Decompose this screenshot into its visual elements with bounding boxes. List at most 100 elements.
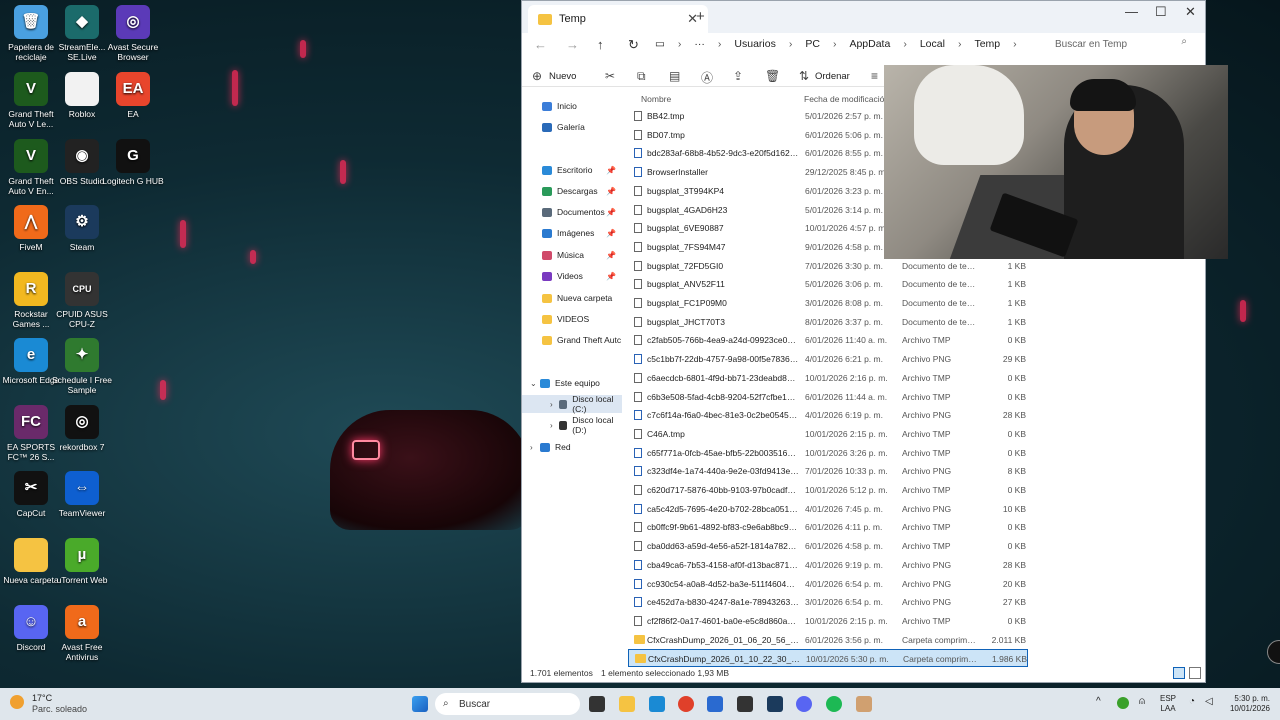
up-arrow-icon[interactable]: ↑ <box>597 37 604 52</box>
sidebar-item[interactable]: Imágenes 📌 <box>522 224 622 242</box>
desktop-shortcut[interactable]: ✦ Schedule I Free Sample <box>51 338 113 395</box>
file-row[interactable]: bugsplat_72FD5GI0 7/01/2026 3:30 p. m. Doc… <box>628 257 1028 275</box>
sidebar-item[interactable]: VIDEOS <box>522 310 622 328</box>
delete-icon[interactable]: 🗑 <box>765 69 780 83</box>
store-icon[interactable] <box>707 696 723 712</box>
desktop-shortcut[interactable]: EA EA <box>102 72 164 119</box>
forward-arrow-icon[interactable]: → <box>566 37 579 52</box>
address-bar[interactable]: ▭ › ··· › Usuarios › PC › AppData › Loca… <box>655 33 1037 55</box>
close-window-button[interactable]: ✕ <box>1185 4 1196 20</box>
sidebar-item[interactable]: › Disco local (D:) <box>522 415 622 435</box>
desktop-shortcut[interactable]: a Avast Free Antivirus <box>51 605 113 662</box>
breadcrumb-item[interactable]: Usuarios <box>734 38 775 50</box>
app-icon[interactable] <box>856 696 872 712</box>
new-button[interactable]: Nuevo <box>549 71 576 82</box>
sort-button[interactable]: Ordenar <box>815 71 850 82</box>
desktop-shortcut[interactable]: G Logitech G HUB <box>102 139 164 186</box>
share-icon[interactable]: ⇪ <box>733 69 743 83</box>
breadcrumb-item[interactable]: Temp <box>974 38 1000 50</box>
sidebar-item[interactable]: Videos 📌 <box>522 267 622 285</box>
chevron-right-icon[interactable]: › <box>550 400 559 409</box>
file-row[interactable]: cc930c54-a0a8-4d52-ba3e-511f4604b83e 4/01… <box>628 575 1028 593</box>
file-row[interactable]: ce452d7a-b830-4247-8a1e-789432632e83 3/01… <box>628 593 1028 611</box>
desktop-shortcut[interactable]: ⇔ TeamViewer <box>51 471 113 518</box>
file-row[interactable]: bugsplat_JHCT70T3 8/01/2026 3:37 p. m. Doc… <box>628 313 1028 331</box>
desktop-shortcut[interactable]: ◎ rekordbox 7 <box>51 405 113 452</box>
breadcrumb-item[interactable]: PC <box>805 38 820 50</box>
file-row[interactable]: c7c6f14a-f6a0-4bec-81e3-0c2be0545dfe 4/01… <box>628 406 1028 424</box>
sidebar-item[interactable]: Escritorio 📌 <box>522 161 622 179</box>
cut-icon[interactable]: ✂ <box>605 69 615 83</box>
new-tab-button[interactable]: + <box>696 8 705 25</box>
tab-temp[interactable]: Temp ✕ <box>528 5 708 33</box>
epic-icon[interactable] <box>737 696 753 712</box>
sidebar-item[interactable]: Inicio <box>522 97 622 115</box>
column-header-name[interactable]: Nombre <box>641 94 671 104</box>
minimize-button[interactable]: — <box>1125 4 1138 19</box>
breadcrumb-ellipsis[interactable]: ··· <box>694 38 705 50</box>
clock[interactable]: 5:30 p. m. 10/01/2026 <box>1226 694 1270 714</box>
tiles-view-icon[interactable] <box>1189 667 1201 679</box>
taskbar-search-input[interactable]: ⌕ Buscar <box>435 693 580 715</box>
task-view-icon[interactable] <box>589 696 605 712</box>
wifi-icon[interactable]: ◔ <box>1189 697 1195 707</box>
sidebar-item[interactable]: › Disco local (C:) <box>522 394 622 414</box>
file-row[interactable]: bugsplat_ANV52F11 5/01/2026 3:06 p. m. Doc… <box>628 275 1028 293</box>
sidebar-item[interactable]: Música 📌 <box>522 246 622 264</box>
paste-icon[interactable]: ▤ <box>669 69 680 83</box>
breadcrumb-item[interactable]: AppData <box>849 38 890 50</box>
tray-app-icon[interactable] <box>1117 697 1129 709</box>
search-input[interactable]: Buscar en Temp ⌕ <box>1045 33 1195 55</box>
sidebar-item[interactable]: ⌄ Este equipo <box>522 374 622 392</box>
sidebar-item[interactable]: Grand Theft Autc <box>522 331 622 349</box>
desktop-shortcut[interactable]: µ uTorrent Web <box>51 538 113 585</box>
side-round-button[interactable] <box>1267 640 1280 664</box>
sidebar-item[interactable]: Nueva carpeta <box>522 289 622 307</box>
volume-icon[interactable]: ◁ <box>1205 697 1213 707</box>
file-row[interactable]: c323df4e-1a74-440a-9e2e-03fd9413e1cf 7/01… <box>628 462 1028 480</box>
file-row[interactable]: CfxCrashDump_2026_01_06_20_56_29 6/01/202… <box>628 631 1028 649</box>
refresh-icon[interactable]: ↻ <box>628 37 639 53</box>
maximize-button[interactable]: ☐ <box>1155 4 1167 20</box>
chevron-up-icon[interactable]: ^ <box>1096 697 1101 707</box>
desktop-shortcut[interactable]: ◎ Avast Secure Browser <box>102 5 164 62</box>
file-row[interactable]: cba0dd63-a59d-4e56-a52f-1814a78296fb....… <box>628 537 1028 555</box>
discord-icon[interactable] <box>796 696 812 712</box>
sidebar-item[interactable]: › Red <box>522 438 622 456</box>
file-row[interactable]: c620d717-5876-40bb-9103-97b0cadf18b1....… <box>628 481 1028 499</box>
rename-icon[interactable]: Ⓐ <box>701 69 713 86</box>
sidebar-item[interactable]: Galería <box>522 118 622 136</box>
file-row[interactable]: c6aecdcb-6801-4f9d-bb71-23deabd87de... 10… <box>628 369 1028 387</box>
sort-icon[interactable]: ⇅ <box>799 69 809 83</box>
sidebar-item[interactable]: Descargas 📌 <box>522 182 622 200</box>
language-indicator[interactable]: ESP LAA <box>1160 694 1176 714</box>
steam-icon[interactable] <box>767 696 783 712</box>
file-explorer-icon[interactable] <box>619 696 635 712</box>
spotify-icon[interactable] <box>826 696 842 712</box>
column-header-date[interactable]: Fecha de modificación <box>804 94 889 104</box>
file-row[interactable]: c6b3e508-5fad-4cb8-9204-52f7cfbe10a4.t..… <box>628 388 1028 406</box>
windows-start-icon[interactable] <box>412 696 428 712</box>
microphone-icon[interactable]: ⍝ <box>1139 697 1145 707</box>
new-icon[interactable]: ⊕ <box>532 69 542 83</box>
copy-icon[interactable]: ⧉ <box>637 69 646 84</box>
file-row[interactable]: cba49ca6-7b53-4158-af0f-d13bac871978 4/01… <box>628 556 1028 574</box>
file-row[interactable]: c5c1bb7f-22db-4757-9a98-00f5e7836ed4 4/01… <box>628 350 1028 368</box>
back-arrow-icon[interactable]: ← <box>534 37 547 52</box>
file-row[interactable]: c65f771a-0fcb-45ae-bfb5-22b003516266.t..… <box>628 444 1028 462</box>
file-row[interactable]: bugsplat_FC1P09M0 3/01/2026 8:08 p. m. Doc… <box>628 294 1028 312</box>
sidebar-item[interactable]: Documentos 📌 <box>522 203 622 221</box>
file-row[interactable]: C46A.tmp 10/01/2026 2:15 p. m. Archivo TMP… <box>628 425 1028 443</box>
file-row[interactable]: cf2f86f2-0a17-4601-ba0e-e5c8d860a025.t..… <box>628 612 1028 630</box>
chevron-down-icon[interactable]: ⌄ <box>530 379 540 388</box>
file-row[interactable]: c2fab505-766b-4ea9-a24d-09923ce092dc....… <box>628 331 1028 349</box>
chevron-right-icon[interactable]: › <box>530 443 540 452</box>
file-row[interactable]: cb0ffc9f-9b61-4892-bf83-c9e6ab8bc933.t..… <box>628 518 1028 536</box>
edge-icon[interactable] <box>649 696 665 712</box>
desktop-shortcut[interactable]: ⚙ Steam <box>51 205 113 252</box>
desktop-shortcut[interactable]: CPU CPUID ASUS CPU-Z <box>51 272 113 329</box>
file-row[interactable]: ca5c42d5-7695-4e20-b702-28bca0512048 4/01… <box>628 500 1028 518</box>
view-icon[interactable]: ≡ <box>871 69 878 83</box>
details-view-icon[interactable] <box>1173 667 1185 679</box>
chrome-icon[interactable] <box>678 696 694 712</box>
